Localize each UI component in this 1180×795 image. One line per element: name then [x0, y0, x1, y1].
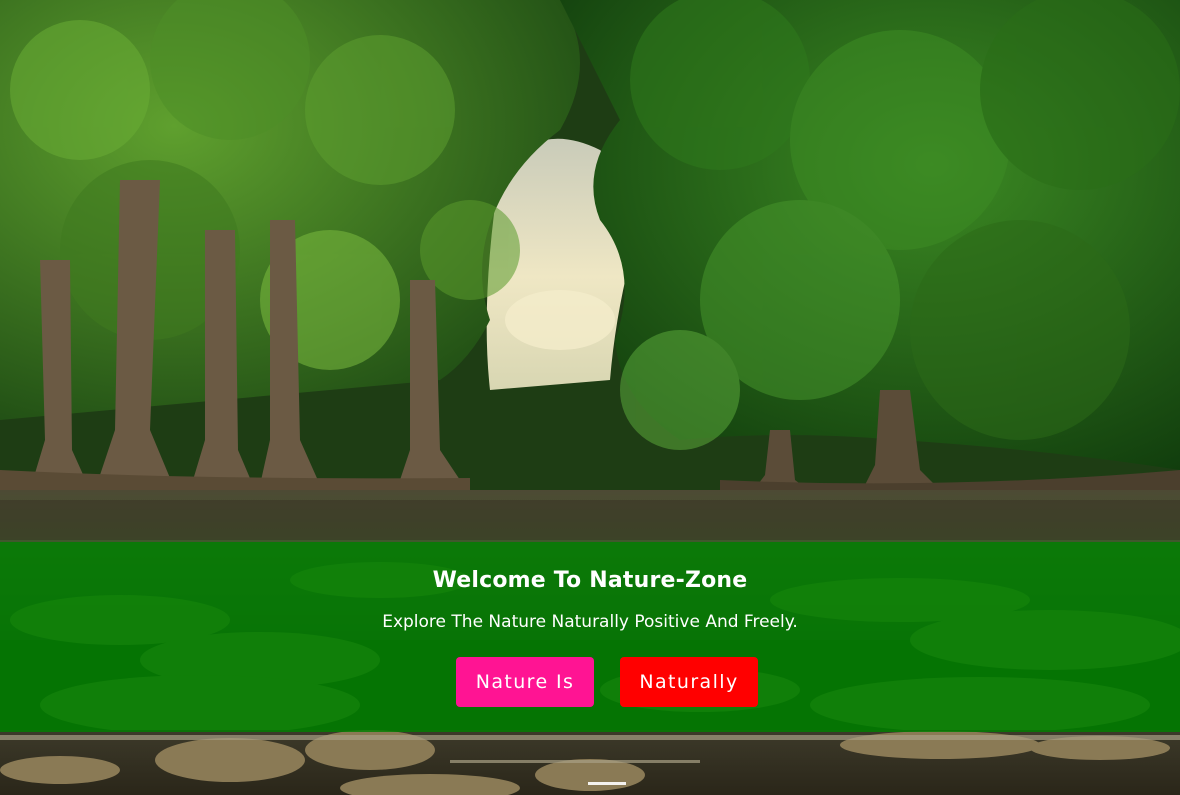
caption-overlay: Welcome To Nature-Zone Explore The Natur… — [0, 542, 1180, 732]
hero-subtitle: Explore The Nature Naturally Positive An… — [382, 612, 798, 632]
hero-title: Welcome To Nature-Zone — [432, 568, 748, 593]
carousel-indicator-active[interactable] — [588, 782, 626, 785]
naturally-button[interactable]: Naturally — [620, 657, 758, 707]
hero-carousel: Welcome To Nature-Zone Explore The Natur… — [0, 0, 1180, 795]
nature-is-button[interactable]: Nature Is — [456, 657, 594, 707]
